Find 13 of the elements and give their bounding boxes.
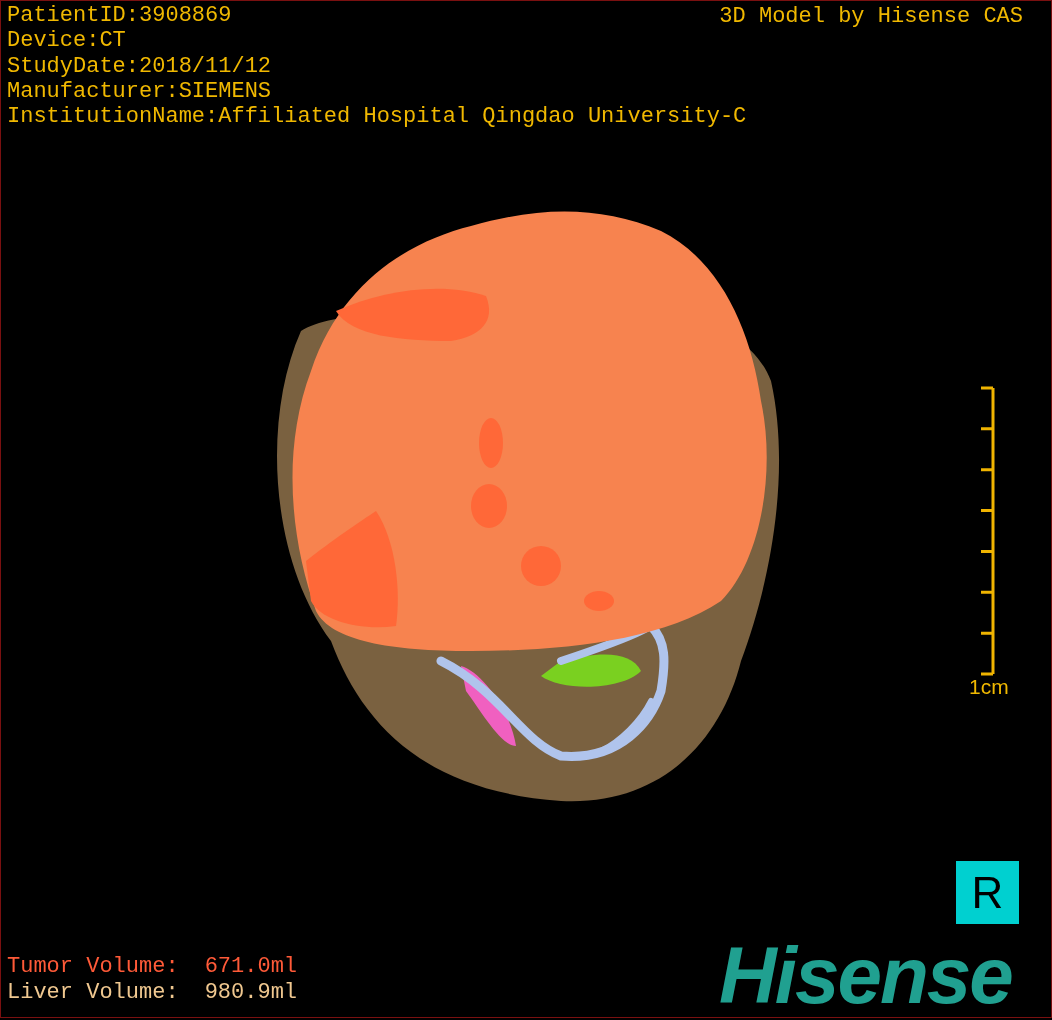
volume-label: Liver Volume: xyxy=(7,980,179,1006)
volume-label: Tumor Volume: xyxy=(7,954,179,980)
volume-value: 980.9ml xyxy=(204,980,298,1006)
info-text: PatientID:3908869 xyxy=(7,3,232,29)
scale-label: 1cm xyxy=(969,676,1009,698)
orientation-marker: R xyxy=(956,861,1019,924)
info-text: Device:CT xyxy=(7,28,126,54)
info-text: StudyDate:2018/11/12 xyxy=(7,53,272,79)
info-text: Manufacturer:SIEMENS xyxy=(7,78,272,105)
brand-logo: Hisense xyxy=(719,934,1012,1017)
info-text: InstitutionName:Affiliated Hospital Qingdao University-C xyxy=(7,104,747,130)
credit-text: 3D Model by Hisense CAS xyxy=(719,4,1023,29)
volume-value: 671.0ml xyxy=(204,954,298,980)
